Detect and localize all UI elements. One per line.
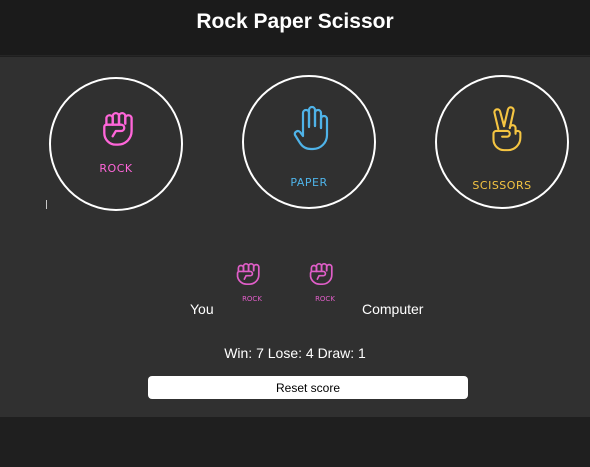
fist-icon <box>103 112 133 146</box>
scissors-label: SCISSORS <box>472 179 532 192</box>
computer-label: Computer <box>362 301 424 317</box>
game-area: ROCK PAPER SCISSORS ROCK ROCK You Comput… <box>0 57 590 417</box>
paper-choice-button[interactable]: PAPER <box>242 75 376 209</box>
peace-hand-icon <box>492 106 522 152</box>
player-pick-label: ROCK <box>242 295 262 303</box>
rock-label: ROCK <box>99 162 133 175</box>
fist-icon <box>236 263 260 286</box>
computer-pick: ROCK <box>300 261 350 309</box>
score-text: Win: 7 Lose: 4 Draw: 1 <box>224 345 366 361</box>
text-cursor <box>46 200 47 209</box>
page-title: Rock Paper Scissor <box>196 10 394 33</box>
footer <box>0 417 590 467</box>
reset-score-button[interactable]: Reset score <box>148 376 468 399</box>
scissors-choice-button[interactable]: SCISSORS <box>435 75 569 209</box>
open-hand-icon <box>293 105 329 151</box>
player-pick: ROCK <box>227 261 277 309</box>
paper-label: PAPER <box>290 176 328 189</box>
fist-icon <box>309 263 333 286</box>
player-label: You <box>190 301 214 317</box>
rock-choice-button[interactable]: ROCK <box>49 77 183 211</box>
header: Rock Paper Scissor <box>0 0 590 56</box>
computer-pick-label: ROCK <box>315 295 335 303</box>
